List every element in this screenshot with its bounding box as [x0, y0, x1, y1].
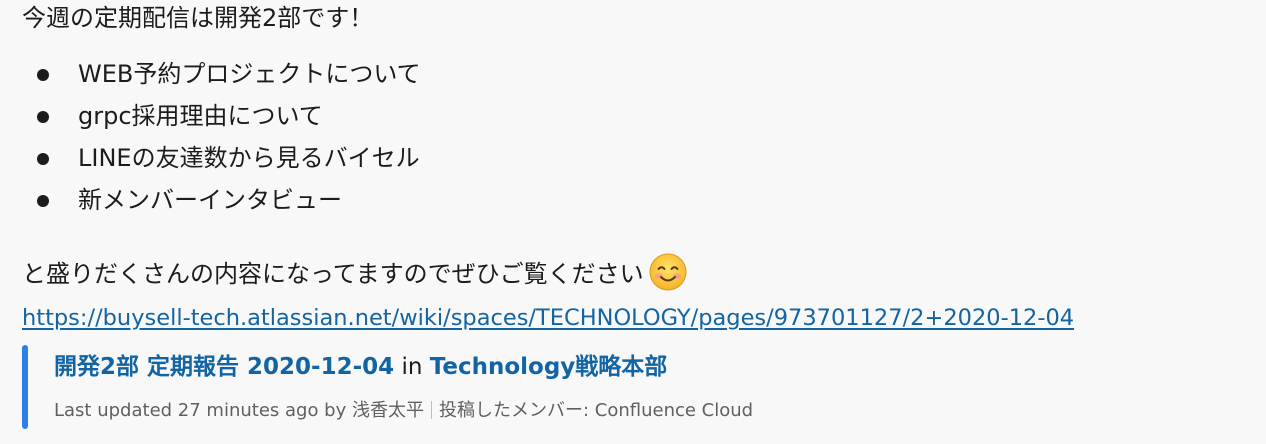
unfurl-page-title-link[interactable]: 開発2部 定期報告 2020-12-04 — [54, 354, 394, 380]
link-unfurl-card: 開発2部 定期報告 2020-12-04 in Technology戦略本部 L… — [22, 345, 922, 429]
message-bullet-list: WEB予約プロジェクトについて grpc採用理由について LINEの友達数から見… — [22, 58, 421, 226]
list-item-text: 新メンバーインタビュー — [78, 186, 342, 214]
message-intro-text: 今週の定期配信は開発2部です！ — [22, 4, 374, 32]
list-item: 新メンバーインタビュー — [22, 184, 421, 226]
bullet-icon — [37, 69, 49, 81]
unfurl-space-link[interactable]: Technology戦略本部 — [430, 354, 668, 380]
smiling-face-icon[interactable] — [648, 252, 688, 292]
list-item-text: LINEの友達数から見るバイセル — [78, 144, 420, 172]
unfurl-in-text: in — [401, 354, 423, 380]
meta-divider — [430, 401, 432, 419]
bullet-icon — [37, 195, 49, 207]
list-item-text: WEB予約プロジェクトについて — [78, 60, 421, 88]
unfurl-accent-bar — [22, 345, 28, 429]
list-item: grpc採用理由について — [22, 100, 421, 142]
bullet-icon — [37, 111, 49, 123]
confluence-page-link[interactable]: https://buysell-tech.atlassian.net/wiki/… — [22, 302, 1074, 334]
bullet-icon — [37, 153, 49, 165]
unfurl-updated-text: Last updated 27 minutes ago by 浅香太平 — [54, 400, 424, 421]
list-item: WEB予約プロジェクトについて — [22, 58, 421, 100]
message-closing-line: と盛りだくさんの内容になってますのでぜひご覧ください — [22, 253, 688, 292]
list-item-text: grpc採用理由について — [78, 102, 323, 130]
unfurl-title: 開発2部 定期報告 2020-12-04 in Technology戦略本部 — [54, 351, 667, 383]
list-item: LINEの友達数から見るバイセル — [22, 142, 421, 184]
unfurl-meta: Last updated 27 minutes ago by 浅香太平 投稿したメ… — [54, 398, 753, 424]
message-closing-text: と盛りだくさんの内容になってますのでぜひご覧ください — [22, 260, 644, 288]
unfurl-poster-text: 投稿したメンバー: Confluence Cloud — [438, 400, 754, 421]
